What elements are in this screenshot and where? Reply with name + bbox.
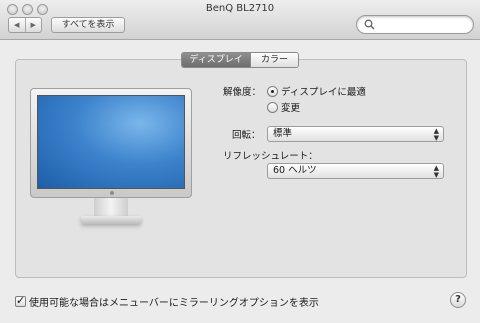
tab-bar: ディスプレイ カラー — [181, 52, 299, 68]
monitor-screen — [37, 95, 185, 189]
radio-label: 変更 — [281, 103, 301, 114]
help-button[interactable]: ? — [450, 292, 466, 308]
radio-label: ディスプレイに最適 — [281, 87, 366, 98]
popup-arrows-icon: ▲ ▼ — [433, 164, 439, 179]
search-field[interactable] — [356, 15, 474, 34]
toolbar: BenQ BL2710 ◀ ▶ すべてを表示 — [0, 0, 480, 40]
checkmark-icon: ✓ — [16, 294, 26, 307]
resolution-option-scaled[interactable]: 変更 — [267, 100, 300, 114]
monitor-stand — [94, 198, 128, 218]
back-button[interactable]: ◀ — [9, 18, 25, 32]
tab-display[interactable]: ディスプレイ — [182, 53, 251, 67]
navigation-buttons: ◀ ▶ — [8, 17, 42, 33]
tab-color[interactable]: カラー — [250, 53, 298, 67]
monitor-base — [81, 216, 141, 224]
forward-arrow-icon: ▶ — [30, 21, 36, 29]
resolution-label: 解像度： — [223, 87, 262, 98]
window-title: BenQ BL2710 — [205, 3, 275, 14]
mirror-checkbox[interactable]: ✓ — [15, 294, 26, 307]
rotation-popup[interactable]: 標準 ▲ ▼ — [267, 126, 444, 142]
radio-button[interactable] — [267, 85, 278, 97]
refresh-rate-value: 60 ヘルツ — [273, 165, 317, 176]
radio-button[interactable] — [267, 101, 278, 113]
refresh-rate-popup[interactable]: 60 ヘルツ ▲ ▼ — [267, 163, 444, 179]
back-arrow-icon: ◀ — [14, 21, 20, 29]
rotation-label: 回転： — [232, 130, 261, 141]
resolution-option-best[interactable]: ディスプレイに最適 — [267, 84, 366, 98]
search-icon — [364, 19, 375, 33]
monitor-logo-icon — [110, 191, 114, 195]
forward-button[interactable]: ▶ — [24, 18, 42, 32]
popup-arrows-icon: ▲ ▼ — [433, 127, 439, 142]
monitor-bezel — [30, 88, 192, 198]
show-all-button[interactable]: すべてを表示 — [51, 17, 125, 33]
mirror-checkbox-label: 使用可能な場合はメニューバーにミラーリングオプションを表示 — [29, 298, 319, 309]
refresh-rate-label: リフレッシュレート： — [223, 151, 318, 162]
rotation-value: 標準 — [273, 128, 293, 139]
mirror-option-row[interactable]: ✓ 使用可能な場合はメニューバーにミラーリングオプションを表示 — [15, 294, 319, 309]
